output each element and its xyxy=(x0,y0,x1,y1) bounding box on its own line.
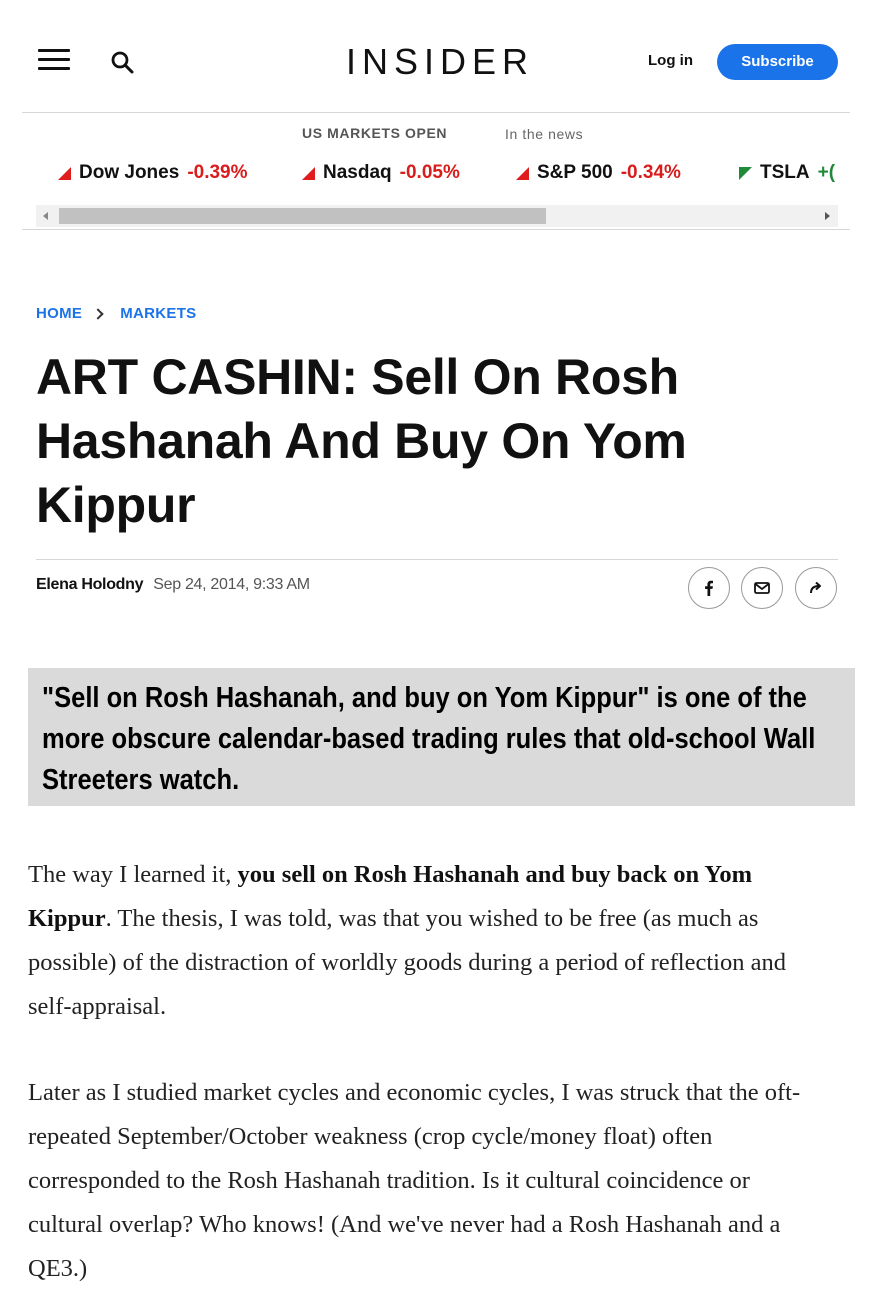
breadcrumb-home-link[interactable]: HOME xyxy=(36,305,82,322)
ticker-item-dow-jones[interactable]: Dow Jones -0.39% xyxy=(58,158,248,188)
breadcrumb: HOME MARKETS xyxy=(36,305,196,322)
in-the-news-label[interactable]: In the news xyxy=(505,126,583,142)
down-arrow-icon xyxy=(302,166,315,180)
ticker-strip: Dow Jones -0.39% Nasdaq -0.05% S&P 500 -… xyxy=(22,158,838,188)
ticker-item-tsla[interactable]: TSLA +( xyxy=(739,158,835,188)
up-arrow-icon xyxy=(739,166,752,180)
byline: Elena Holodny Sep 24, 2014, 9:33 AM xyxy=(36,576,310,594)
paragraph-text: . The thesis, I was told, was that you w… xyxy=(28,905,786,1020)
scroll-left-arrow-icon[interactable] xyxy=(36,205,58,227)
scrollbar-thumb[interactable] xyxy=(59,208,546,224)
author-name[interactable]: Elena Holodny xyxy=(36,576,144,594)
ticker-change: -0.05% xyxy=(399,162,460,183)
subscribe-button[interactable]: Subscribe xyxy=(717,44,838,80)
article-summary: "Sell on Rosh Hashanah, and buy on Yom K… xyxy=(42,682,816,796)
article-summary-box: "Sell on Rosh Hashanah, and buy on Yom K… xyxy=(28,668,855,806)
ticker-name: Nasdaq xyxy=(323,162,392,183)
article-headline: ART CASHIN: Sell On Rosh Hashanah And Bu… xyxy=(36,349,687,533)
down-arrow-icon xyxy=(516,166,529,180)
divider xyxy=(22,112,850,113)
share-icon xyxy=(810,581,821,594)
ticker-change: -0.39% xyxy=(187,162,248,183)
email-icon xyxy=(754,582,770,594)
ticker-item-nasdaq[interactable]: Nasdaq -0.05% xyxy=(302,158,460,188)
article-paragraph: Later as I studied market cycles and eco… xyxy=(28,1079,801,1282)
ticker-item-sp500[interactable]: S&P 500 -0.34% xyxy=(516,158,681,188)
insider-logo[interactable]: INSIDER xyxy=(320,40,560,84)
page: INSIDER Log in Subscribe US MARKETS OPEN… xyxy=(0,0,881,1309)
paragraph-text: The way I learned it, xyxy=(28,861,238,888)
facebook-share-button[interactable] xyxy=(688,567,730,609)
article-paragraph: The way I learned it, you sell on Rosh H… xyxy=(28,853,828,1029)
down-arrow-icon xyxy=(58,166,71,180)
top-nav: INSIDER Log in Subscribe xyxy=(0,0,881,112)
ticker-scrollbar[interactable] xyxy=(36,205,838,227)
scroll-right-arrow-icon[interactable] xyxy=(816,205,838,227)
divider xyxy=(36,559,838,560)
ticker-name: Dow Jones xyxy=(79,162,180,183)
ticker-name: TSLA xyxy=(760,162,810,183)
chevron-right-icon xyxy=(92,307,104,320)
share-button[interactable] xyxy=(795,567,837,609)
ticker-name: S&P 500 xyxy=(537,162,613,183)
publish-date: Sep 24, 2014, 9:33 AM xyxy=(153,576,310,593)
market-status: US MARKETS OPEN xyxy=(302,125,448,141)
email-share-button[interactable] xyxy=(741,567,783,609)
facebook-icon xyxy=(705,580,713,596)
divider xyxy=(22,229,850,230)
menu-icon[interactable] xyxy=(38,49,70,73)
search-icon[interactable] xyxy=(110,50,136,76)
breadcrumb-markets-link[interactable]: MARKETS xyxy=(120,305,196,322)
login-link[interactable]: Log in xyxy=(648,52,693,69)
ticker-change: -0.34% xyxy=(620,162,681,183)
ticker-change: +( xyxy=(817,162,836,183)
